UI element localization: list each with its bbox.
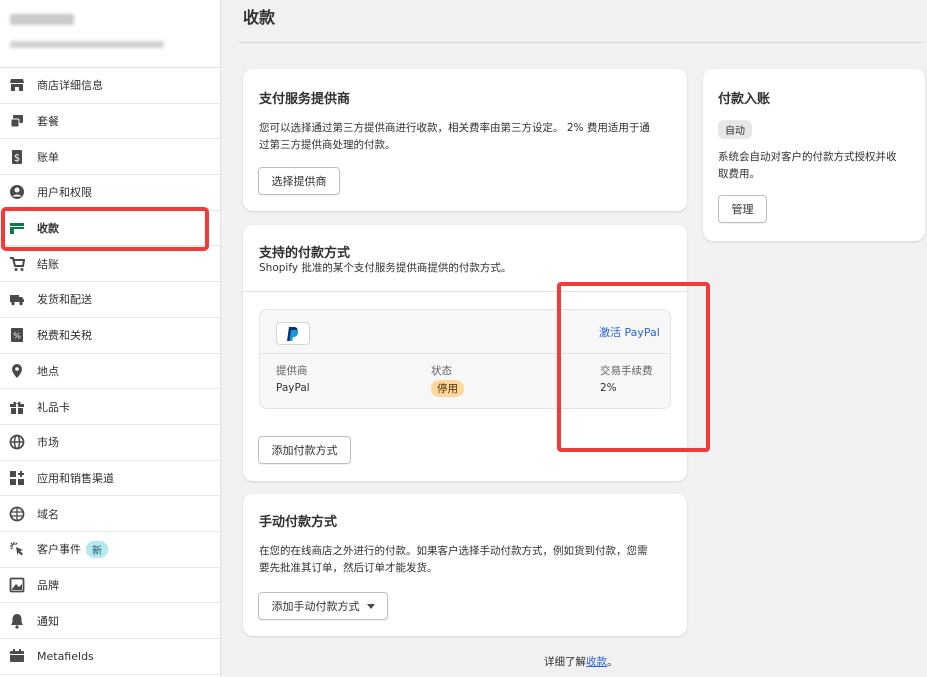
store-header[interactable]: [0, 0, 220, 68]
sidebar-item-label: 客户事件: [37, 543, 81, 557]
sidebar-item-label: 发货和配送: [37, 293, 92, 307]
manage-payouts-button[interactable]: 管理: [718, 195, 767, 223]
brand-icon: [9, 577, 25, 593]
sidebar-item-store-details[interactable]: 商店详细信息: [0, 68, 220, 104]
sidebar-item-users[interactable]: 用户和权限: [0, 175, 220, 211]
sidebar-item-label: 品牌: [37, 578, 59, 592]
location-icon: [9, 363, 25, 379]
cursor-click-icon: [9, 541, 25, 557]
cart-icon: [9, 256, 25, 272]
user-icon: [9, 184, 25, 200]
provider-box-divider: [260, 353, 670, 354]
domain-icon: [9, 506, 25, 522]
sidebar-item-markets[interactable]: 市场: [0, 425, 220, 461]
payments-icon: [9, 220, 25, 236]
sidebar-item-label: 地点: [37, 364, 59, 378]
sidebar-item-label: 商店详细信息: [37, 79, 103, 93]
sidebar-item-brand[interactable]: 品牌: [0, 568, 220, 604]
provider-column-header: 提供商: [276, 365, 308, 377]
payouts-description: 系统会自动对客户的付款方式授权并收 取费用。: [718, 151, 897, 180]
fee-column-header: 交易手续费: [600, 365, 653, 377]
gift-icon: [9, 399, 25, 415]
title-divider: [239, 42, 925, 43]
page-title: 收款: [243, 8, 276, 27]
sidebar-item-metafields[interactable]: Metafields: [0, 639, 220, 675]
sidebar-item-payments[interactable]: 收款: [0, 211, 220, 247]
svg-text:%: %: [13, 332, 21, 341]
status-badge: 停用: [431, 380, 464, 397]
sidebar-item-shipping[interactable]: 发货和配送: [0, 282, 220, 318]
payouts-card: 付款入账 自动 系统会自动对客户的付款方式授权并收 取费用。 管理: [703, 69, 925, 241]
sidebar-item-label: 应用和销售渠道: [37, 471, 114, 485]
sidebar-item-billing[interactable]: $ 账单: [0, 139, 220, 176]
sidebar-item-apps[interactable]: 应用和销售渠道: [0, 461, 220, 497]
store-name-redacted: [10, 14, 74, 25]
svg-text:$: $: [14, 153, 20, 164]
store-icon: [9, 77, 25, 93]
learn-more-payments-link[interactable]: 收款: [586, 656, 607, 668]
sidebar-item-label: 礼品卡: [37, 400, 70, 414]
sidebar-item-label: 账单: [37, 150, 59, 164]
manual-methods-card: 手动付款方式 在您的在线商店之外进行的付款。如果客户选择手动付款方式，例如货到付…: [243, 494, 687, 636]
add-manual-payment-method-button[interactable]: 添加手动付款方式: [258, 592, 388, 620]
learn-more-note: 详细了解收款。: [544, 656, 618, 668]
plan-icon: [9, 113, 25, 129]
transaction-fee-value: 2%: [600, 382, 617, 394]
manual-methods-description: 在您的在线商店之外进行的付款。如果客户选择手动付款方式，例如货到付款，您需 要先…: [259, 545, 648, 574]
sidebar-item-notifications[interactable]: 通知: [0, 603, 220, 639]
supported-methods-title: 支持的付款方式: [259, 246, 351, 261]
sidebar-item-domains[interactable]: 域名: [0, 496, 220, 532]
caret-down-icon: [366, 603, 375, 609]
sidebar-item-label: 收款: [37, 222, 59, 236]
supported-methods-card: 支持的付款方式 Shopify 批准的某个支付服务提供商提供的付款方式。 激活 …: [243, 225, 687, 481]
payouts-title: 付款入账: [718, 92, 771, 107]
store-url-redacted: [10, 41, 164, 48]
sidebar-item-label: Metafields: [37, 649, 94, 663]
paypal-logo-icon: [276, 322, 310, 345]
sidebar-item-label: 市场: [37, 436, 59, 450]
sidebar-item-customer-events[interactable]: 客户事件 新: [0, 532, 220, 568]
sidebar-item-gift-cards[interactable]: 礼品卡: [0, 389, 220, 425]
sidebar-item-plan[interactable]: 套餐: [0, 104, 220, 140]
manual-methods-title: 手动付款方式: [259, 515, 338, 530]
status-column-header: 状态: [431, 365, 452, 377]
activate-paypal-link[interactable]: 激活 PayPal: [599, 324, 660, 340]
sidebar-item-label: 域名: [37, 507, 59, 521]
sidebar-item-taxes[interactable]: % 税费和关税: [0, 318, 220, 354]
sidebar-item-label: 用户和权限: [37, 186, 92, 200]
payment-provider-card: 支付服务提供商 您可以选择通过第三方提供商进行收款，相关费率由第三方设定。 2%…: [243, 69, 687, 211]
billing-icon: $: [9, 149, 25, 165]
globe-icon: [9, 434, 25, 450]
card-divider: [243, 291, 687, 292]
bell-icon: [9, 613, 25, 629]
payout-status-badge: 自动: [718, 120, 752, 139]
payment-provider-description: 您可以选择通过第三方提供商进行收款，相关费率由第三方设定。 2% 费用适用于通 …: [259, 122, 650, 151]
sidebar-item-locations[interactable]: 地点: [0, 354, 220, 390]
sidebar-item-label: 通知: [37, 614, 59, 628]
sidebar-item-label: 税费和关税: [37, 329, 92, 343]
sidebar-item-label: 套餐: [37, 115, 59, 129]
sidebar-item-label: 结账: [37, 257, 59, 271]
apps-icon: [9, 470, 25, 486]
payment-provider-title: 支付服务提供商: [259, 92, 351, 107]
supported-methods-subtitle: Shopify 批准的某个支付服务提供商提供的付款方式。: [259, 262, 512, 274]
tax-icon: %: [9, 327, 25, 343]
choose-provider-button[interactable]: 选择提供商: [258, 167, 340, 195]
settings-sidebar: 商店详细信息 套餐 $ 账单 用户和权限 收款 结账 发货和配送 % 税费和关税…: [0, 0, 221, 677]
provider-name: PayPal: [276, 382, 310, 394]
paypal-provider-row: 激活 PayPal 提供商 状态 交易手续费 PayPal 停用 2%: [259, 309, 671, 409]
sidebar-item-checkout[interactable]: 结账: [0, 246, 220, 283]
truck-icon: [9, 291, 25, 307]
add-payment-method-button[interactable]: 添加付款方式: [258, 436, 351, 464]
new-badge: 新: [86, 540, 108, 558]
metafields-icon: [9, 648, 25, 664]
